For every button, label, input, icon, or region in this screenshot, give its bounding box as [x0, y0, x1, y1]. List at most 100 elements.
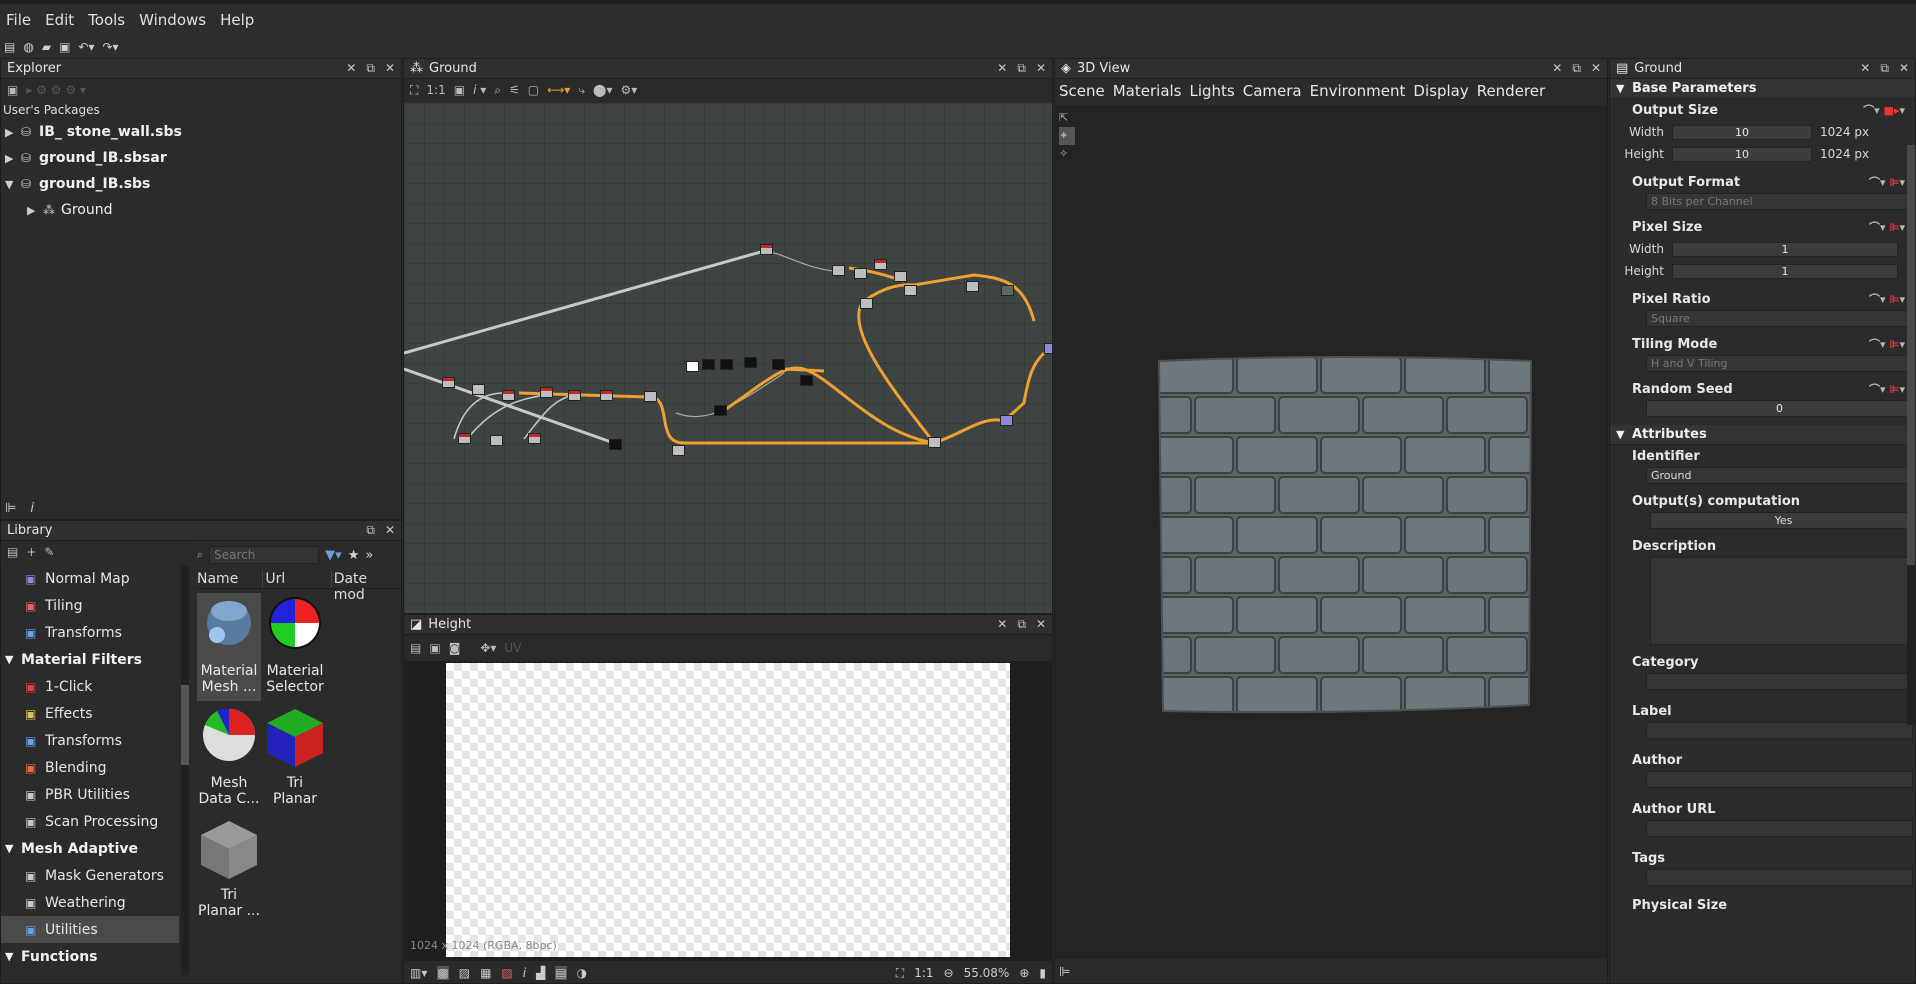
float-icon[interactable]: ⧉	[1017, 617, 1026, 632]
histogram-icon[interactable]: ▟	[536, 966, 545, 980]
pixel-width-slider[interactable]: 1	[1672, 241, 1898, 257]
category-input[interactable]	[1646, 673, 1913, 690]
thumbnail-material-selector[interactable]: Material Selector	[263, 593, 327, 701]
undo-icon[interactable]: ↶▾	[78, 40, 94, 54]
inheritance-controls[interactable]: ⌒▾ ⊫▾	[1869, 291, 1905, 307]
graph-node[interactable]	[860, 298, 873, 309]
random-seed-slider[interactable]: 0	[1646, 400, 1913, 417]
display-icon[interactable]: ⬤▾	[593, 83, 612, 97]
edit-icon[interactable]: ✎	[44, 545, 54, 559]
color-mode-icon[interactable]: ▥▾	[410, 966, 427, 980]
column-url[interactable]: Url	[263, 571, 332, 588]
properties-scrollbar[interactable]	[1907, 145, 1915, 725]
menu-renderer[interactable]: Renderer	[1477, 82, 1545, 100]
close-icon[interactable]: ✕	[1036, 61, 1046, 76]
graph-node[interactable]	[490, 435, 503, 446]
close-icon[interactable]: ✕	[385, 523, 395, 538]
filter-icon[interactable]: ▼▾	[325, 548, 342, 563]
new-graph-icon[interactable]: ◍	[23, 40, 33, 54]
thumbnail-material-mesh[interactable]: Material Mesh ...	[197, 593, 261, 701]
library-category[interactable]: ▼ Mesh Adaptive	[1, 835, 179, 862]
attributes-section[interactable]: ▼ Attributes	[1610, 425, 1915, 445]
close-icon[interactable]: ✕	[1036, 617, 1046, 632]
graph-node[interactable]	[702, 359, 715, 370]
menu-tools[interactable]: Tools	[88, 11, 125, 29]
pixel-ratio-dropdown[interactable]: Square	[1646, 310, 1913, 327]
float-icon[interactable]: ⧉	[1572, 61, 1581, 76]
menu-materials[interactable]: Materials	[1113, 82, 1182, 100]
snapshot-icon[interactable]: ▣	[454, 83, 465, 97]
favorite-icon[interactable]: ★	[348, 548, 360, 563]
library-item[interactable]: ▣ PBR Utilities	[1, 781, 179, 808]
thumbnail-mesh-data[interactable]: Mesh Data C...	[197, 705, 261, 813]
expand-arrow-icon[interactable]: ▶	[5, 152, 21, 165]
menu-help[interactable]: Help	[220, 11, 254, 29]
output-format-dropdown[interactable]: 8 Bits per Channel	[1646, 193, 1913, 210]
pin-icon[interactable]: ✕	[1552, 61, 1562, 76]
color-picker-icon[interactable]: ◑	[577, 966, 587, 980]
graph-node[interactable]	[502, 390, 515, 401]
new-package-icon[interactable]: ▤	[4, 40, 15, 54]
graph-node[interactable]	[528, 433, 541, 444]
path-icon[interactable]: ⤷	[578, 83, 585, 98]
library-view-icon[interactable]: ▤	[7, 545, 18, 559]
collapse-arrow-icon[interactable]: ▼	[5, 178, 21, 191]
hierarchy-icon[interactable]: ⊫	[1059, 965, 1070, 980]
add-icon[interactable]: +	[26, 545, 36, 559]
thumbnail-tri-planar[interactable]: Tri Planar	[263, 705, 327, 813]
expand-arrow-icon[interactable]: ▶	[27, 204, 43, 217]
library-item[interactable]: ▣ 1-Click	[1, 673, 179, 700]
graph-node[interactable]	[568, 390, 581, 401]
pin-icon[interactable]: ✕	[997, 617, 1007, 632]
menu-environment[interactable]: Environment	[1310, 82, 1406, 100]
graph-node[interactable]	[720, 359, 733, 370]
graph-node[interactable]	[609, 439, 622, 450]
tile-grid-icon[interactable]: ▦	[480, 966, 491, 980]
pin-icon[interactable]: ✕	[1860, 61, 1870, 76]
fit-icon[interactable]: ⛶	[896, 966, 904, 981]
save-package-icon[interactable]: ▣	[7, 83, 18, 97]
frame-icon[interactable]: ▢	[528, 83, 539, 97]
library-item[interactable]: ▣ Effects	[1, 700, 179, 727]
column-date[interactable]: Date mod	[332, 571, 401, 603]
more-icon[interactable]: »	[365, 548, 373, 563]
settings-icon[interactable]: ⚙▾	[621, 83, 638, 97]
expand-icon[interactable]: ⇱	[1059, 109, 1075, 127]
zoom-percent[interactable]: 55.08%	[964, 966, 1010, 980]
library-item[interactable]: ▣ Transforms	[1, 727, 179, 754]
info-icon[interactable]: i	[523, 966, 526, 980]
graph-node[interactable]	[800, 375, 813, 386]
float-icon[interactable]: ⧉	[366, 61, 375, 76]
library-item[interactable]: ▣ Utilities	[1, 916, 179, 943]
select-tool-icon[interactable]: ✦	[1059, 127, 1075, 145]
output-computation-dropdown[interactable]: Yes	[1650, 512, 1913, 529]
inheritance-controls[interactable]: ⌒▾ ⊫▾	[1869, 174, 1905, 190]
graph-node[interactable]	[540, 387, 553, 398]
label-input[interactable]	[1646, 722, 1913, 739]
menu-lights[interactable]: Lights	[1190, 82, 1235, 100]
zoom-out-icon[interactable]: ⊖	[944, 966, 954, 980]
thumbnail-tri-planar-2[interactable]: Tri Planar ...	[197, 817, 261, 925]
library-tree-scrollbar[interactable]	[181, 565, 189, 975]
output-width-slider[interactable]: 10	[1672, 124, 1812, 140]
menu-camera[interactable]: Camera	[1243, 82, 1302, 100]
graph-node[interactable]	[686, 361, 699, 372]
graph-canvas[interactable]	[404, 103, 1052, 613]
pixel-height-slider[interactable]: 1	[1672, 263, 1898, 279]
light-tool-icon[interactable]: ✧	[1059, 145, 1075, 163]
base-parameters-section[interactable]: ▼ Base Parameters	[1610, 79, 1915, 99]
library-item[interactable]: ▣ Normal Map	[1, 565, 179, 592]
menu-display[interactable]: Display	[1413, 82, 1468, 100]
output-height-slider[interactable]: 10	[1672, 146, 1812, 162]
tiling-mode-dropdown[interactable]: H and V Tiling	[1646, 355, 1913, 372]
library-item[interactable]: ▣ Transforms	[1, 619, 179, 646]
graph-node[interactable]	[744, 357, 757, 368]
library-item[interactable]: ▣ Scan Processing	[1, 808, 179, 835]
3d-viewport[interactable]: ⇱ ✦ ✧	[1055, 105, 1607, 959]
graph-node[interactable]	[966, 281, 979, 292]
inheritance-controls[interactable]: ⌒▾ ⊫▾	[1869, 336, 1905, 352]
graph-node[interactable]	[472, 384, 485, 395]
close-icon[interactable]: ✕	[385, 61, 395, 76]
align-icon[interactable]: ⚟	[509, 83, 520, 97]
float-icon[interactable]: ⧉	[366, 523, 375, 538]
